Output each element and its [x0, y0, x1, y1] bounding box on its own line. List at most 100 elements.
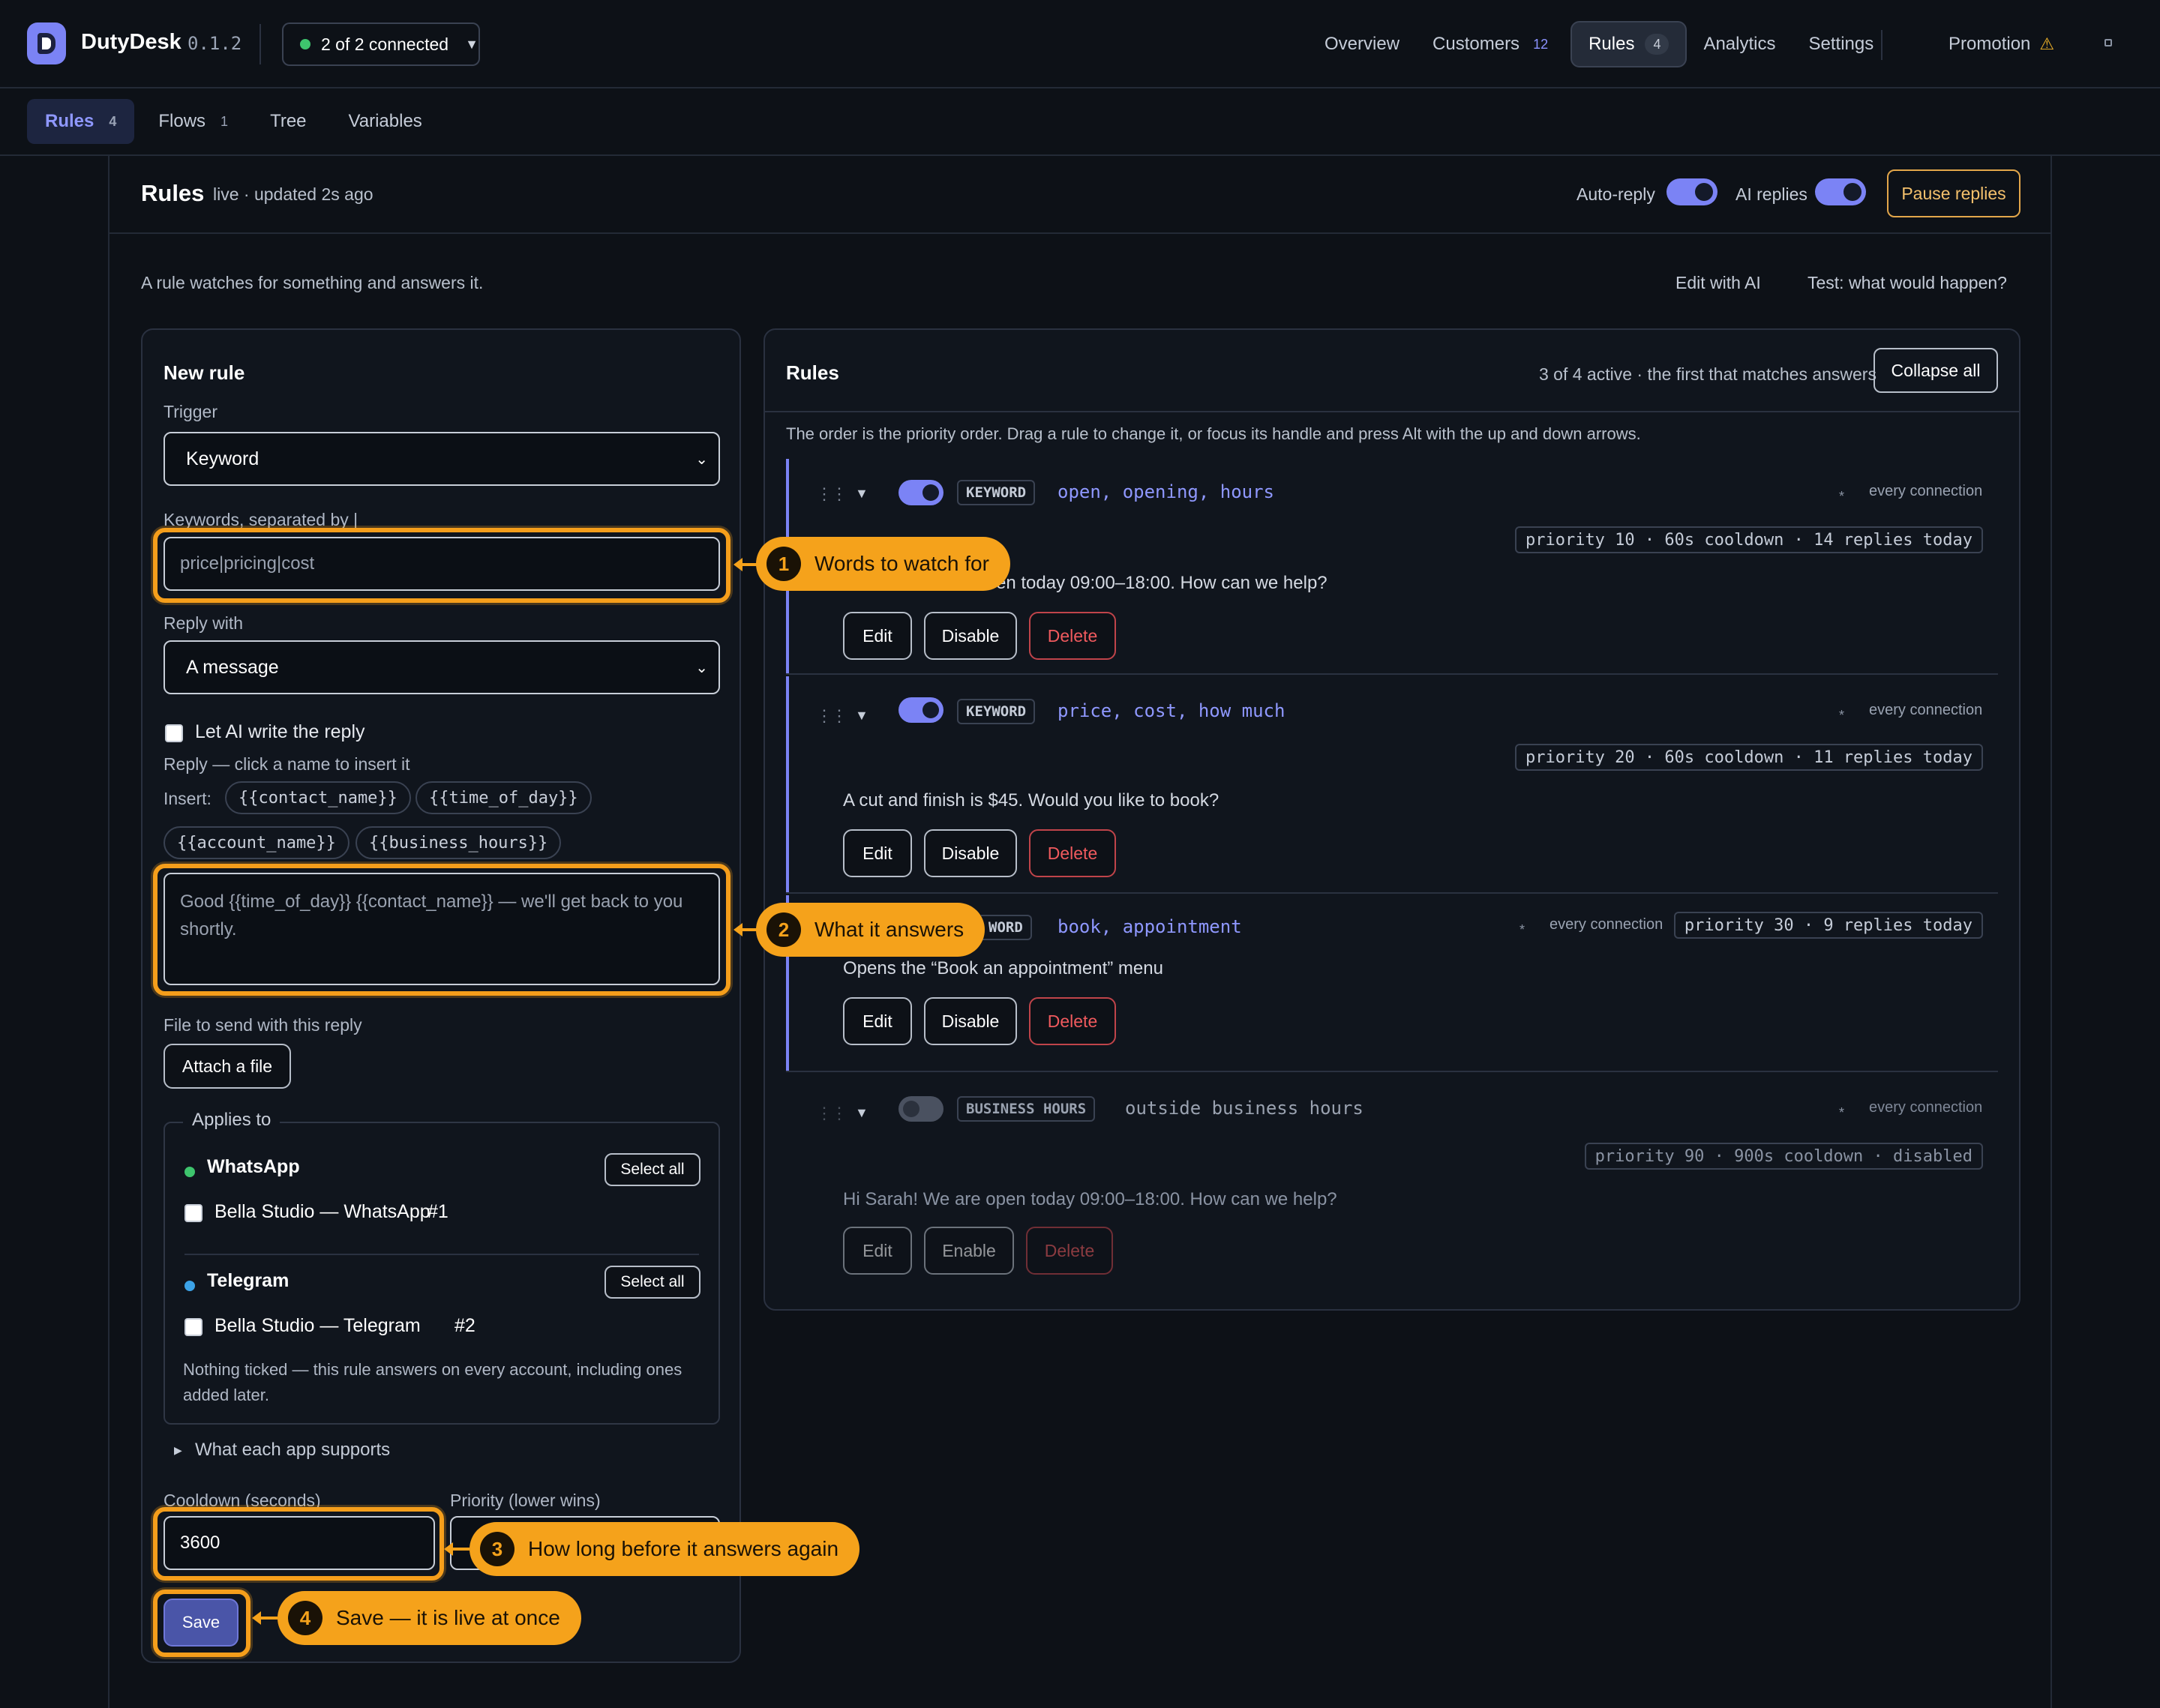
subtab-tree[interactable]: Tree [252, 99, 324, 144]
subtab-variables[interactable]: Variables [331, 99, 440, 144]
nav-overview[interactable]: Overview [1308, 21, 1416, 67]
rule-type-badge: KEYWORD [957, 699, 1036, 724]
edit-button[interactable]: Edit [843, 997, 912, 1045]
edit-button[interactable]: Edit [843, 1227, 912, 1275]
callout-1: 1 Words to watch for [756, 537, 1010, 591]
select-all-button[interactable]: Select all [604, 1266, 700, 1299]
select-all-button[interactable]: Select all [604, 1153, 700, 1186]
save-button[interactable]: Save [164, 1599, 238, 1647]
collapse-triangle-icon[interactable]: ▼ [855, 1105, 868, 1121]
rule-priority-meta: priority 10 · 60s cooldown · 14 replies … [1514, 526, 1983, 553]
asterisk-icon: * [1839, 489, 1845, 504]
window-icon[interactable] [2104, 39, 2112, 46]
main-nav: Overview Customers 12 Rules 4 Analytics Se… [1308, 21, 1890, 67]
callout-number: 4 [288, 1601, 322, 1635]
nav-label: Customers [1432, 34, 1520, 54]
enable-button[interactable]: Enable [924, 1227, 1014, 1275]
new-rule-panel: New rule Trigger Keyword ⌄ Keywords, sepa… [141, 328, 741, 1663]
callout-text: Words to watch for [814, 552, 989, 575]
drag-handle-icon[interactable]: ⋮⋮ [816, 1104, 848, 1123]
callout-arrow [734, 558, 758, 571]
nav-label: Rules [1588, 34, 1635, 54]
callout-number: 3 [480, 1532, 514, 1566]
keywords-placeholder: price|pricing|cost [180, 553, 315, 574]
rule-reply-text: Opens the “Book an appointment” menu [843, 958, 1163, 978]
aireplies-toggle[interactable] [1815, 178, 1866, 205]
autoreply-toggle[interactable] [1666, 178, 1718, 205]
chip-business-hours[interactable]: {{business_hours}} [356, 826, 562, 859]
reply-hint: Reply — click a name to insert it [164, 754, 410, 774]
collapse-triangle-icon[interactable]: ▼ [855, 486, 868, 502]
attach-file-button[interactable]: Attach a file [164, 1044, 291, 1089]
subtab-rules[interactable]: Rules 4 [27, 99, 135, 144]
chip-contact-name[interactable]: {{contact_name}} [225, 781, 411, 814]
disable-button[interactable]: Disable [924, 612, 1017, 660]
drag-handle-icon[interactable]: ⋮⋮ [816, 706, 848, 726]
nav-settings[interactable]: Settings [1792, 21, 1891, 67]
delete-button[interactable]: Delete [1029, 829, 1116, 877]
rule-connection: every connection [1869, 702, 1983, 718]
rule-toggle[interactable] [898, 697, 944, 723]
rule-terms: outside business hours [1125, 1098, 1364, 1119]
rule-toggle[interactable] [898, 1096, 944, 1122]
chip-time-of-day[interactable]: {{time_of_day}} [416, 781, 592, 814]
promo-nav: Promotion ⚠ [1932, 21, 2071, 67]
logo-icon [27, 22, 66, 64]
rule-type-badge: KEYWORD [957, 480, 1036, 505]
cooldown-input[interactable]: 3600 [164, 1516, 435, 1570]
callout-arrow [444, 1542, 470, 1556]
keywords-input[interactable]: price|pricing|cost [164, 537, 720, 591]
app-version: 0.1.2 [188, 33, 242, 54]
collapse-triangle-icon[interactable]: ▼ [855, 708, 868, 724]
drag-handle-icon[interactable]: ⋮⋮ [816, 484, 848, 504]
nav-promotion[interactable]: Promotion ⚠ [1932, 21, 2071, 67]
rule-toggle[interactable] [898, 480, 944, 505]
edit-with-ai-link[interactable]: Edit with AI [1676, 273, 1761, 293]
rule-item-disabled: ⋮⋮ ▼ BUSINESS HOURS outside business hou… [786, 1074, 1998, 1291]
chip-account-name[interactable]: {{account_name}} [164, 826, 350, 859]
replywith-label: Reply with [164, 613, 244, 633]
delete-button[interactable]: Delete [1026, 1227, 1113, 1275]
sub-nav: Rules 4 Flows 1 Tree Variables [0, 88, 2160, 156]
connection-dropdown[interactable]: 2 of 2 connected ▼ [282, 22, 480, 66]
callout-number: 2 [766, 912, 801, 947]
delete-button[interactable]: Delete [1029, 997, 1116, 1045]
nav-label: Promotion [1948, 34, 2031, 54]
nav-rules[interactable]: Rules 4 [1570, 21, 1688, 67]
nav-customers[interactable]: Customers 12 [1416, 21, 1564, 67]
group-name: Telegram [207, 1270, 290, 1291]
account-number: #2 [454, 1315, 476, 1336]
page-title: Rules [141, 180, 205, 206]
reply-placeholder: Good {{time_of_day}} {{contact_name}} — … [180, 891, 683, 939]
account-checkbox[interactable] [184, 1204, 202, 1222]
nav-analytics[interactable]: Analytics [1687, 21, 1792, 67]
callout-arrow [252, 1611, 278, 1625]
trigger-value: Keyword [186, 448, 260, 469]
edit-button[interactable]: Edit [843, 829, 912, 877]
nothing-ticked-note: Nothing ticked — this rule answers on ev… [183, 1360, 682, 1404]
nav-label: Analytics [1703, 34, 1776, 54]
replywith-select[interactable]: A message ⌄ [164, 640, 720, 694]
rule-connection: every connection [1869, 483, 1983, 499]
account-checkbox[interactable] [184, 1318, 202, 1336]
callout-text: Save — it is live at once [336, 1606, 560, 1629]
account-number: #1 [428, 1201, 448, 1222]
ai-write-checkbox[interactable] [165, 724, 183, 742]
chevron-down-icon: ⌄ [695, 451, 708, 468]
aireplies-label: AI replies [1736, 184, 1808, 204]
edit-button[interactable]: Edit [843, 612, 912, 660]
disable-button[interactable]: Disable [924, 997, 1017, 1045]
chevron-down-icon: ⌄ [695, 660, 708, 676]
trigger-select[interactable]: Keyword ⌄ [164, 432, 720, 486]
warning-icon: ⚠ [2039, 34, 2055, 53]
collapse-all-button[interactable]: Collapse all [1874, 348, 1998, 393]
pause-replies-button[interactable]: Pause replies [1887, 169, 2020, 217]
applies-legend: Applies to [183, 1110, 280, 1131]
test-link[interactable]: Test: what would happen? [1808, 273, 2007, 293]
app-support-toggle[interactable]: What each app supports [195, 1440, 390, 1461]
subtab-flows[interactable]: Flows 1 [140, 99, 246, 144]
divider [786, 892, 1998, 894]
disable-button[interactable]: Disable [924, 829, 1017, 877]
reply-textarea[interactable]: Good {{time_of_day}} {{contact_name}} — … [164, 873, 720, 985]
delete-button[interactable]: Delete [1029, 612, 1116, 660]
